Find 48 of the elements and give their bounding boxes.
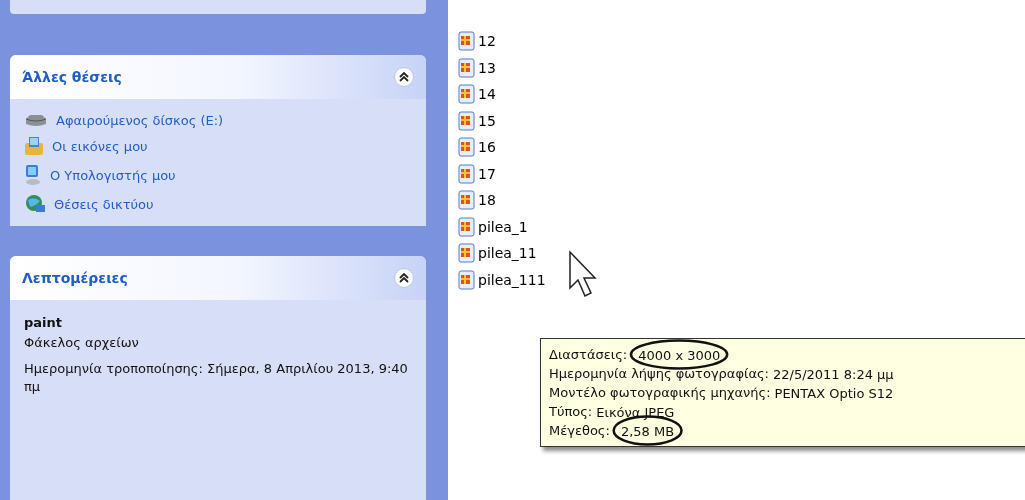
- image-file-icon: [458, 137, 476, 158]
- place-link[interactable]: Ο Υπολογιστής μου: [24, 164, 412, 186]
- image-file-icon: [458, 110, 476, 131]
- image-file-icon: [458, 163, 476, 184]
- file-name[interactable]: pilea_11: [478, 245, 537, 262]
- mouse-cursor-icon: [568, 250, 598, 300]
- image-file-icon: [458, 269, 476, 290]
- file-name[interactable]: 17: [478, 165, 496, 182]
- file-name[interactable]: pilea_111: [478, 271, 546, 288]
- folder-type: Φάκελος αρχείων: [24, 334, 140, 352]
- file-name[interactable]: 13: [478, 59, 496, 76]
- tooltip-label: Ημερομηνία λήψης φωτογραφίας:: [549, 365, 769, 383]
- image-file-icon: [458, 243, 476, 264]
- file-name[interactable]: 16: [478, 139, 496, 156]
- place-link[interactable]: Αφαιρούμενος δίσκος (E:): [24, 113, 412, 128]
- file-name[interactable]: 14: [478, 86, 496, 103]
- tooltip-value: Εικόνα JPEG: [596, 404, 675, 420]
- collapse-icon: [399, 72, 409, 82]
- collapse-icon: [399, 273, 409, 283]
- computer-icon: [24, 164, 42, 186]
- tooltip-label: Μέγεθος:: [549, 422, 610, 440]
- image-file-icon: [458, 190, 476, 211]
- place-link[interactable]: Οι εικόνες μου: [24, 136, 412, 156]
- tooltip-label: Διαστάσεις:: [549, 346, 628, 364]
- image-file-icon: [458, 84, 476, 105]
- folder-name: paint: [24, 314, 63, 332]
- image-file-icon: [458, 216, 476, 237]
- tooltip-value: 2,58 MB: [620, 423, 675, 439]
- tooltip-value: PENTAX Optio S12: [774, 385, 894, 401]
- tooltip-label: Τύπος:: [549, 403, 593, 421]
- network-icon: [24, 194, 46, 214]
- folder-icon: [24, 136, 44, 156]
- place-link[interactable]: Θέσεις δικτύου: [24, 194, 412, 214]
- modified-date: Ημερομηνία τροποποίησης: Σήμερα, 8 Απριλίου 2013, 9:40 πμ: [24, 360, 409, 396]
- file-name[interactable]: 18: [478, 192, 496, 209]
- tooltip-value: 4000 x 3000: [638, 347, 721, 363]
- image-file-icon: [458, 31, 476, 52]
- collapse-button[interactable]: [394, 268, 414, 288]
- file-name[interactable]: 12: [478, 33, 496, 50]
- panel-title: Άλλες θέσεις: [22, 69, 122, 85]
- drive-icon: [24, 113, 48, 128]
- tooltip-value: 22/5/2011 8:24 μμ: [773, 366, 894, 382]
- file-name[interactable]: pilea_1: [478, 218, 528, 235]
- image-file-icon: [458, 57, 476, 78]
- panel-title: Λεπτομέρειες: [22, 270, 128, 286]
- file-name[interactable]: 15: [478, 112, 496, 129]
- tooltip-label: Μοντέλο φωτογραφικής μηχανής:: [549, 384, 771, 402]
- collapse-button[interactable]: [394, 67, 414, 87]
